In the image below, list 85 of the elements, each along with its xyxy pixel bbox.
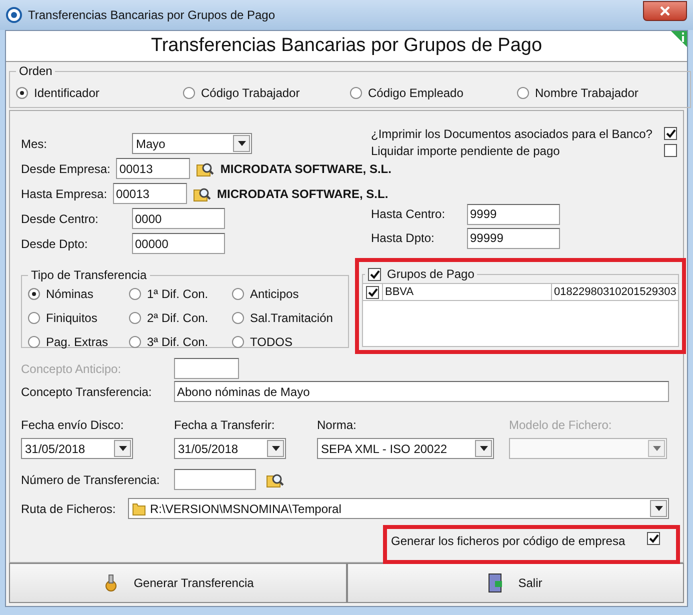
window-title: Transferencias Bancarias por Grupos de Pago bbox=[28, 7, 276, 24]
radio-label: 1ª Dif. Con. bbox=[147, 286, 208, 303]
folder-icon bbox=[132, 502, 146, 516]
radio-button[interactable] bbox=[232, 288, 244, 300]
group-title: Orden bbox=[18, 63, 54, 80]
app-logo-icon bbox=[6, 7, 22, 23]
field-label: Desde Empresa: bbox=[21, 160, 110, 178]
radio-label: Pag. Extras bbox=[46, 334, 108, 351]
radio-button[interactable] bbox=[28, 312, 40, 324]
company-name: MICRODATA SOFTWARE, S.L. bbox=[220, 160, 392, 178]
radio-button[interactable] bbox=[517, 87, 529, 99]
radio-label: TODOS bbox=[250, 334, 292, 351]
input-field[interactable]: 00013 bbox=[116, 158, 190, 179]
group-title: Grupos de Pago bbox=[387, 266, 474, 283]
action-button[interactable]: Salir bbox=[346, 563, 684, 603]
dropdown[interactable]: R:\VERSION\MSNOMINA\Temporal bbox=[128, 498, 669, 519]
close-icon bbox=[660, 6, 670, 16]
table-cell-text: 01822980310201529303 bbox=[553, 284, 678, 300]
input-field[interactable]: 00000 bbox=[132, 233, 225, 254]
radio-button[interactable] bbox=[129, 312, 141, 324]
action-button[interactable]: Generar Transferencia bbox=[9, 563, 346, 603]
checkbox[interactable] bbox=[664, 127, 678, 140]
dropdown-caret-icon bbox=[238, 141, 246, 146]
info-icon[interactable] bbox=[671, 31, 687, 47]
dropdown[interactable]: 31/05/2018 bbox=[21, 438, 133, 459]
field-label: Número de Transferencia: bbox=[21, 472, 161, 488]
radio-button[interactable] bbox=[350, 87, 362, 99]
checkbox[interactable] bbox=[647, 532, 660, 545]
field-label: Modelo de Fichero: bbox=[509, 417, 613, 434]
dropdown[interactable]: Mayo bbox=[132, 133, 252, 154]
field-label: Desde Centro: bbox=[21, 210, 100, 228]
field-label: Hasta Centro: bbox=[371, 206, 446, 223]
field-label: Hasta Dpto: bbox=[371, 230, 436, 247]
input-field[interactable]: Abono nóminas de Mayo bbox=[174, 381, 669, 402]
group-title: Tipo de Transferencia bbox=[30, 267, 148, 284]
dropdown-caret-icon bbox=[654, 506, 662, 511]
radio-label: Código Empleado bbox=[368, 85, 464, 102]
radio-label: Nóminas bbox=[46, 286, 94, 303]
field-label: Mes: bbox=[21, 136, 48, 152]
radio-button[interactable] bbox=[28, 288, 40, 300]
dropdown[interactable]: SEPA XML - ISO 20022 bbox=[317, 438, 494, 459]
radio-label: Sal.Tramitación bbox=[250, 310, 333, 327]
radio-label: 3ª Dif. Con. bbox=[147, 334, 208, 351]
table-cell: BBVA bbox=[383, 284, 552, 300]
field-label: ¿Imprimir los Documentos asociados para el Banco? bbox=[371, 126, 652, 142]
field-label: Ruta de Ficheros: bbox=[21, 500, 117, 518]
input-field[interactable]: 0000 bbox=[132, 208, 225, 229]
company-name: MICRODATA SOFTWARE, S.L. bbox=[217, 186, 388, 202]
field-label: Desde Dpto: bbox=[21, 236, 89, 252]
input-field[interactable] bbox=[174, 469, 256, 490]
radio-label: Finiquitos bbox=[46, 310, 98, 327]
radio-button[interactable] bbox=[129, 288, 141, 300]
input-field[interactable]: 00013 bbox=[113, 183, 188, 204]
input-field[interactable]: 9999 bbox=[467, 204, 560, 224]
radio-button[interactable] bbox=[16, 87, 28, 99]
door-icon bbox=[488, 573, 504, 593]
field-label: Fecha envío Disco: bbox=[21, 417, 125, 434]
dropdown-caret-icon bbox=[118, 446, 126, 451]
dropdown-caret-icon bbox=[652, 446, 660, 451]
field-label: Fecha a Transferir: bbox=[174, 417, 276, 434]
checkbox[interactable] bbox=[368, 268, 381, 280]
radio-label: 2ª Dif. Con. bbox=[147, 310, 208, 327]
radio-button[interactable] bbox=[232, 312, 244, 324]
radio-button[interactable] bbox=[129, 336, 141, 348]
radio-label: Código Trabajador bbox=[201, 85, 300, 102]
field-label: Concepto Transferencia: bbox=[21, 384, 153, 400]
header-title: Transferencias Bancarias por Grupos de Pago bbox=[150, 34, 542, 58]
radio-label: Identificador bbox=[34, 85, 100, 102]
radio-button[interactable] bbox=[183, 87, 195, 99]
dropdown[interactable]: 31/05/2018 bbox=[174, 438, 286, 459]
checkbox[interactable] bbox=[664, 144, 678, 157]
radio-button[interactable] bbox=[232, 336, 244, 348]
close-button[interactable] bbox=[643, 1, 687, 21]
field-label: Norma: bbox=[317, 417, 358, 434]
field-label: Generar los ficheros por código de empresa bbox=[391, 533, 626, 550]
field-label: Hasta Empresa: bbox=[21, 186, 108, 202]
radio-label: Nombre Trabajador bbox=[535, 85, 638, 102]
checkbox[interactable] bbox=[366, 286, 379, 298]
dropdown-caret-icon bbox=[480, 446, 488, 451]
radio-button[interactable] bbox=[28, 336, 40, 348]
radio-label: Anticipos bbox=[250, 286, 299, 303]
field-label: Concepto Anticipo: bbox=[21, 360, 122, 378]
dropdown-caret-icon bbox=[272, 446, 280, 451]
input-field[interactable]: 99999 bbox=[467, 228, 560, 248]
field-label: Liquidar importe pendiente de pago bbox=[371, 142, 561, 160]
